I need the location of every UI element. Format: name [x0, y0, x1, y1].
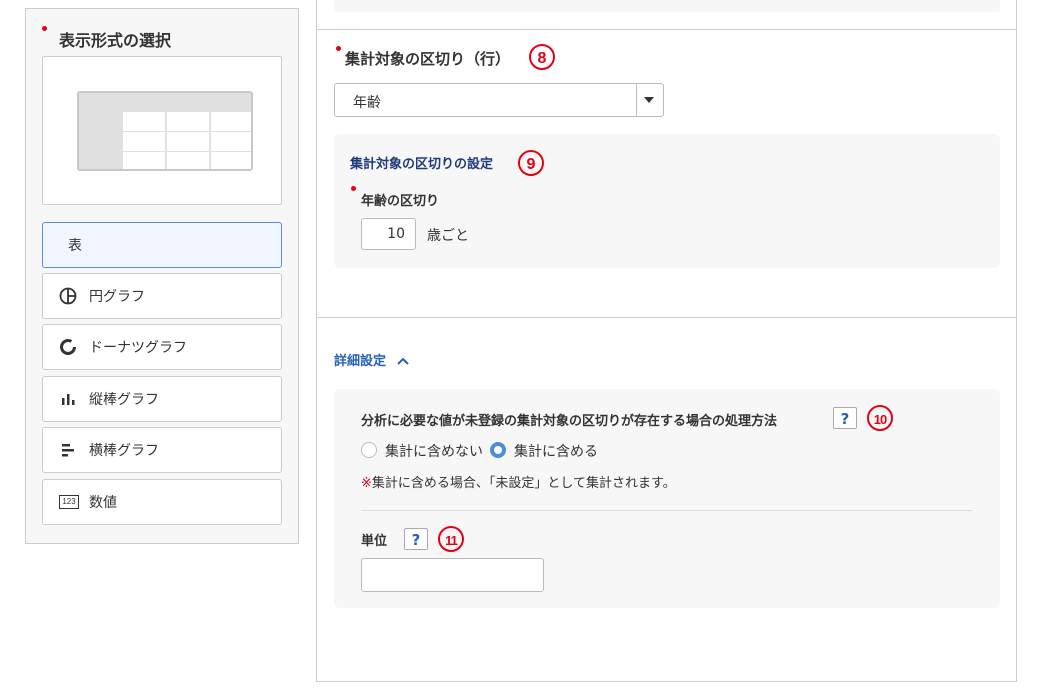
format-preview — [42, 56, 282, 205]
details-divider — [361, 510, 972, 511]
format-option-label: 横棒グラフ — [89, 443, 159, 459]
help-button[interactable]: ? — [833, 407, 857, 429]
number-icon: 123 — [59, 493, 79, 511]
table-preview-icon — [77, 91, 253, 171]
format-option-donut[interactable]: ドーナツグラフ — [42, 324, 282, 370]
age-division-label: 年齢の区切り — [361, 194, 440, 209]
section-divider — [317, 317, 1016, 318]
division-settings-title: 集計対象の区切りの設定 — [350, 157, 494, 172]
vertical-bar-chart-icon — [59, 390, 77, 408]
unit-label: 単位 — [361, 534, 388, 549]
required-marker — [42, 26, 47, 31]
horizontal-bar-chart-icon — [59, 441, 77, 459]
pie-chart-icon — [59, 287, 77, 305]
format-option-label: 数値 — [89, 495, 117, 511]
row-division-select-value: 年齢 — [353, 95, 381, 111]
age-division-input[interactable]: 10 — [361, 218, 416, 250]
annotation-marker-9: 9 — [518, 150, 544, 176]
format-option-label: 表 — [68, 238, 82, 254]
format-option-pie[interactable]: 円グラフ — [42, 273, 282, 319]
row-division-label: 集計対象の区切り（行） — [345, 50, 511, 68]
required-marker — [336, 46, 341, 51]
radio-exclude[interactable] — [361, 442, 377, 458]
format-option-label: 縦棒グラフ — [89, 392, 159, 408]
format-option-label: 円グラフ — [89, 289, 145, 305]
format-option-label: ドーナツグラフ — [89, 340, 187, 356]
processing-note: ※集計に含める場合、「未設定」として集計されます。 — [361, 476, 676, 491]
annotation-marker-10: 10 — [867, 405, 893, 431]
unit-help-button[interactable]: ? — [404, 528, 428, 550]
radio-exclude-label: 集計に含めない — [385, 444, 483, 460]
note-mark: ※ — [361, 476, 372, 491]
previous-section-box — [334, 0, 1000, 12]
format-option-number[interactable]: 123 数値 — [42, 479, 282, 525]
display-format-title: 表示形式の選択 — [59, 31, 172, 50]
age-unit-text: 歳ごと — [427, 228, 469, 244]
donut-chart-icon — [59, 338, 77, 356]
section-divider — [317, 29, 1016, 30]
caret-down-icon — [644, 97, 654, 103]
annotation-marker-11: 11 — [438, 526, 464, 552]
division-settings-box: 集計対象の区切りの設定 9 年齢の区切り 10 歳ごと — [334, 134, 1000, 268]
display-format-panel: 表示形式の選択 表 円グラフ ドーナツグラフ 縦棒グラフ 横棒グラフ 123 数… — [25, 8, 299, 544]
required-marker — [351, 186, 356, 191]
details-toggle[interactable]: 詳細設定 — [334, 350, 409, 369]
format-option-table[interactable]: 表 — [42, 222, 282, 268]
format-option-vertical-bar[interactable]: 縦棒グラフ — [42, 376, 282, 422]
details-box: 分析に必要な値が未登録の集計対象の区切りが存在する場合の処理方法 ? 10 集計… — [334, 389, 1000, 608]
unit-input[interactable] — [361, 558, 544, 592]
row-division-select[interactable]: 年齢 — [334, 83, 664, 117]
annotation-marker-8: 8 — [529, 44, 555, 70]
format-option-horizontal-bar[interactable]: 横棒グラフ — [42, 427, 282, 473]
chevron-up-icon — [396, 357, 409, 365]
settings-panel: 集計対象の区切り（行） 8 年齢 集計対象の区切りの設定 9 年齢の区切り 10… — [316, 0, 1017, 682]
radio-include-label: 集計に含める — [514, 444, 598, 460]
processing-method-label: 分析に必要な値が未登録の集計対象の区切りが存在する場合の処理方法 — [361, 414, 778, 429]
radio-include[interactable] — [490, 442, 506, 458]
